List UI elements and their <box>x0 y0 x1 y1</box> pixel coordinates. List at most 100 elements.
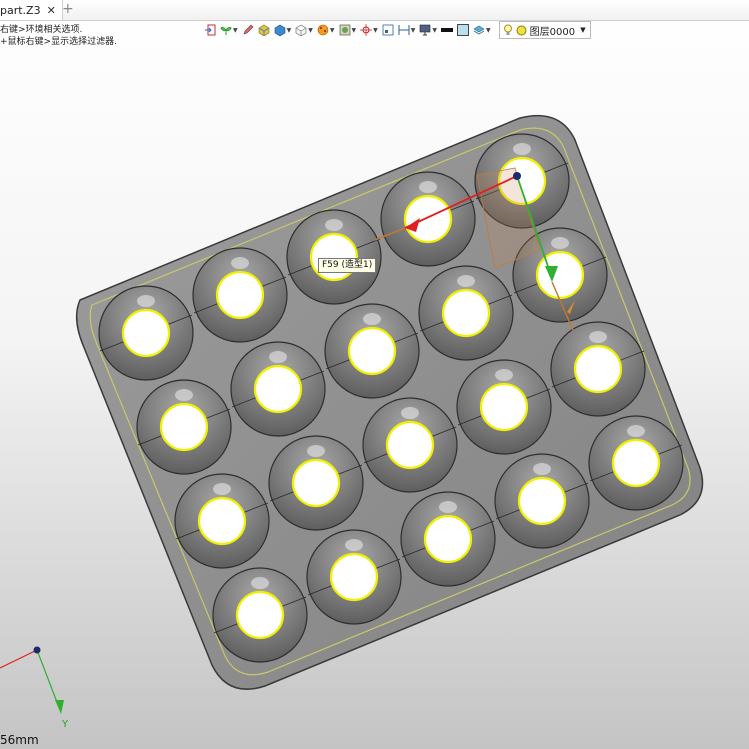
chevron-down-icon: ▼ <box>486 26 491 34</box>
cup-hole[interactable] <box>517 476 567 526</box>
new-tab-icon[interactable]: + <box>62 1 74 17</box>
pen-button[interactable] <box>242 24 254 36</box>
shaded-cube-button[interactable] <box>258 24 270 36</box>
cup[interactable] <box>380 171 476 267</box>
layer-stack-button[interactable]: ▼ <box>473 24 491 36</box>
cup[interactable] <box>400 491 496 587</box>
cup[interactable] <box>174 473 270 569</box>
origin-button[interactable]: ▼ <box>360 24 378 36</box>
cup-highlight <box>439 501 457 513</box>
chevron-down-icon: ▼ <box>373 26 378 34</box>
cup-hole[interactable] <box>159 402 209 452</box>
hint-line-2: +鼠标右键>显示选择过滤器. <box>0 37 117 47</box>
cup-highlight <box>363 313 381 325</box>
wire-cube-button[interactable]: ▼ <box>295 24 313 36</box>
cup[interactable] <box>324 303 420 399</box>
chevron-down-icon: ▼ <box>233 26 238 34</box>
plant-icon <box>220 27 232 35</box>
document-tab-bar: part.Z3 ✕ + <box>0 0 749 21</box>
cup-hole[interactable] <box>573 344 623 394</box>
world-axis-triad: Y <box>0 646 69 730</box>
cup-hole[interactable] <box>535 250 585 300</box>
cup[interactable] <box>306 529 402 625</box>
cup[interactable] <box>456 359 552 455</box>
origin-icon <box>360 24 373 36</box>
monitor-icon <box>420 24 431 36</box>
cup-hole[interactable] <box>291 458 341 508</box>
cup-hole[interactable] <box>403 194 453 244</box>
cup[interactable] <box>98 285 194 381</box>
import-icon <box>205 24 216 36</box>
hint-text: 右键>环境相关选项. +鼠标右键>显示选择过滤器. <box>0 24 117 48</box>
monitor-button[interactable]: ▼ <box>419 24 437 36</box>
display-image-icon <box>339 24 350 36</box>
cup[interactable] <box>192 247 288 343</box>
chevron-down-icon: ▼ <box>329 26 335 34</box>
dimension-icon <box>398 25 410 35</box>
cup-hole[interactable] <box>385 420 435 470</box>
cup[interactable] <box>588 415 684 511</box>
cup-hole[interactable] <box>423 514 473 564</box>
line-color-swatch-icon <box>441 28 453 32</box>
plant-button[interactable]: ▼ <box>220 24 238 36</box>
cup-highlight <box>307 445 325 457</box>
hint-line-1: 右键>环境相关选项. <box>0 25 83 35</box>
cup[interactable] <box>418 265 514 361</box>
dimension-button[interactable]: ▼ <box>398 24 416 36</box>
chevron-down-icon: ▼ <box>410 26 416 34</box>
cup[interactable] <box>230 341 326 437</box>
wire-cube-icon <box>295 24 307 36</box>
frame-icon <box>382 24 394 36</box>
cup[interactable] <box>212 567 308 663</box>
display-image-button[interactable]: ▼ <box>339 24 357 36</box>
model-scene[interactable]: Y <box>0 0 749 749</box>
line-color-button[interactable] <box>441 24 453 36</box>
fill-color-button[interactable] <box>457 24 469 36</box>
cup-hole[interactable] <box>215 270 265 320</box>
layer-select[interactable]: 图层0000 ▼ <box>498 21 591 39</box>
cup[interactable] <box>550 321 646 417</box>
cup-highlight <box>589 331 607 343</box>
blue-cube-button[interactable]: ▼ <box>274 24 291 36</box>
chevron-down-icon: ▼ <box>351 26 357 34</box>
cup-highlight <box>345 539 363 551</box>
pen-icon <box>243 24 254 35</box>
cup[interactable] <box>136 379 232 475</box>
cup-hole[interactable] <box>235 590 285 640</box>
cup-highlight <box>533 463 551 475</box>
frame-button[interactable] <box>382 24 394 36</box>
cup-highlight <box>231 257 249 269</box>
cup-hole[interactable] <box>253 364 303 414</box>
cup-hole[interactable] <box>197 496 247 546</box>
cup[interactable] <box>286 209 382 305</box>
cup[interactable] <box>268 435 364 531</box>
cup-highlight <box>627 425 645 437</box>
y-axis-label: Y <box>61 719 69 730</box>
cup-hole[interactable] <box>329 552 379 602</box>
fill-color-swatch-icon <box>457 24 469 36</box>
cup-hole[interactable] <box>479 382 529 432</box>
render-ball-button[interactable]: ▼ <box>317 24 335 36</box>
scale-label: 56mm <box>0 733 39 747</box>
z-axis-handle[interactable] <box>513 172 521 180</box>
cup-hole[interactable] <box>441 288 491 338</box>
cup-hole[interactable] <box>347 326 397 376</box>
cup-highlight <box>213 483 231 495</box>
cup-highlight <box>495 369 513 381</box>
layer-name: 图层0000 <box>529 26 576 38</box>
cup-hole[interactable] <box>121 308 171 358</box>
cup-highlight <box>325 219 343 231</box>
cup-hole[interactable] <box>611 438 661 488</box>
import-button[interactable] <box>204 24 216 36</box>
cup-highlight <box>513 143 531 155</box>
cup[interactable] <box>494 453 590 549</box>
render-ball-icon <box>317 24 329 36</box>
shaded-cube-icon <box>258 24 269 36</box>
cup-hole[interactable] <box>309 232 359 282</box>
document-tab[interactable]: part.Z3 ✕ <box>0 0 63 20</box>
chevron-down-icon: ▼ <box>580 26 586 34</box>
chevron-down-icon: ▼ <box>432 26 437 34</box>
cup-highlight <box>457 275 475 287</box>
close-icon[interactable]: ✕ <box>47 4 56 17</box>
cup[interactable] <box>362 397 458 493</box>
